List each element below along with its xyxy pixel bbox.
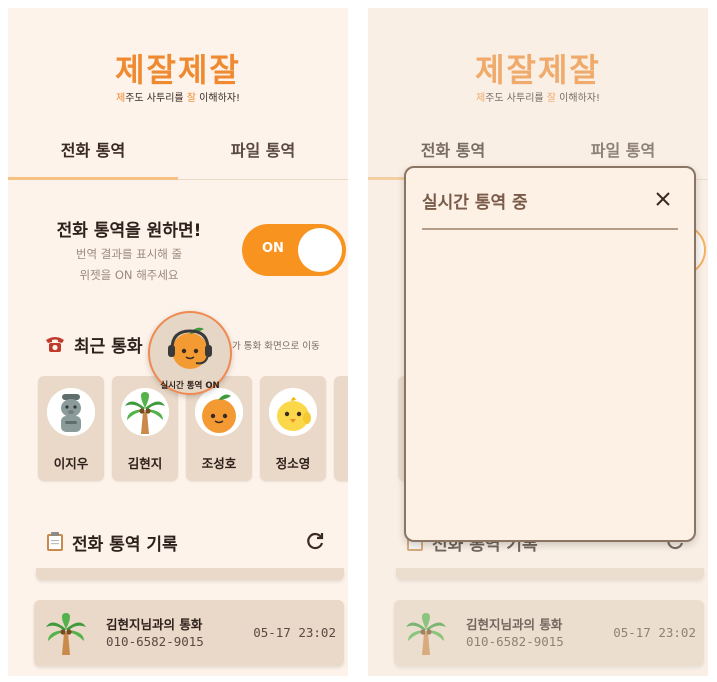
history-title: 전화 통역 기록	[72, 535, 178, 555]
contact-name: 이지우	[53, 456, 89, 471]
widget-promo-description: 번역 결과를 표시해 줄 위젯을 ON 해주세요	[75, 247, 183, 282]
contact-card[interactable]: 이지우	[38, 376, 104, 481]
main-screen-with-modal: 제잘제잘 제주도 사투리를 잘 이해하자! 전화 통역 파일 통역 전화 통역 …	[368, 8, 708, 676]
call-record[interactable]: 김현지님과의 통화 010-6582-9015 05-17 23:02	[34, 600, 344, 666]
close-icon[interactable]	[652, 188, 674, 210]
app-logo: 제잘제잘 제주도 사투리를 잘 이해하자!	[8, 52, 348, 104]
contact-name: 김현지	[127, 456, 163, 471]
palm-tree-icon	[121, 388, 169, 436]
refresh-icon[interactable]	[304, 530, 326, 552]
chick-icon	[269, 388, 317, 436]
dolhareubang-icon	[47, 388, 95, 436]
logo-subtitle: 제주도 사투리를 잘 이해하자!	[116, 93, 240, 104]
telephone-icon	[46, 337, 64, 352]
logo-title: 제잘제잘	[115, 51, 241, 89]
tab-phone-interpretation[interactable]: 전화 통역	[8, 134, 178, 180]
toggle-label: ON	[262, 241, 284, 256]
recent-calls-hint: 가 통화 화면으로 이동	[232, 341, 320, 352]
realtime-interpretation-badge[interactable]: 실시간 통역 ON	[148, 311, 232, 395]
contact-name: 정소영	[275, 456, 311, 471]
contact-card[interactable]: 김현지	[112, 376, 178, 481]
modal-title: 실시간 통역 중	[422, 193, 528, 213]
contact-name: 조성호	[201, 456, 237, 471]
modal-divider	[422, 228, 678, 230]
widget-toggle[interactable]: ON	[242, 224, 346, 276]
record-time: 05-17 23:02	[253, 625, 336, 640]
tab-bar: 전화 통역 파일 통역	[8, 134, 348, 180]
active-tab-indicator	[8, 177, 178, 180]
clipboard-icon	[47, 532, 63, 551]
widget-promo-title: 전화 통역을 원하면!	[56, 221, 202, 241]
tangerine-icon	[195, 388, 243, 436]
tangerine-headset-icon	[168, 327, 212, 369]
tab-file-interpretation[interactable]: 파일 통역	[178, 134, 348, 180]
contact-card[interactable]: 정소영	[260, 376, 326, 481]
contact-card[interactable]	[334, 376, 348, 481]
recent-calls-title: 최근 통화	[74, 337, 143, 357]
palm-tree-icon	[42, 609, 90, 657]
history-card-peek	[36, 568, 344, 580]
main-screen: 제잘제잘 제주도 사투리를 잘 이해하자! 전화 통역 파일 통역 전화 통역을…	[8, 8, 348, 676]
realtime-interpretation-modal: 실시간 통역 중	[404, 166, 696, 542]
record-name: 김현지님과의 통화	[106, 617, 203, 632]
badge-label: 실시간 통역 ON	[160, 381, 220, 391]
record-phone: 010-6582-9015	[106, 634, 204, 649]
history-header: 전화 통역 기록	[46, 528, 336, 555]
toggle-knob	[298, 228, 342, 272]
